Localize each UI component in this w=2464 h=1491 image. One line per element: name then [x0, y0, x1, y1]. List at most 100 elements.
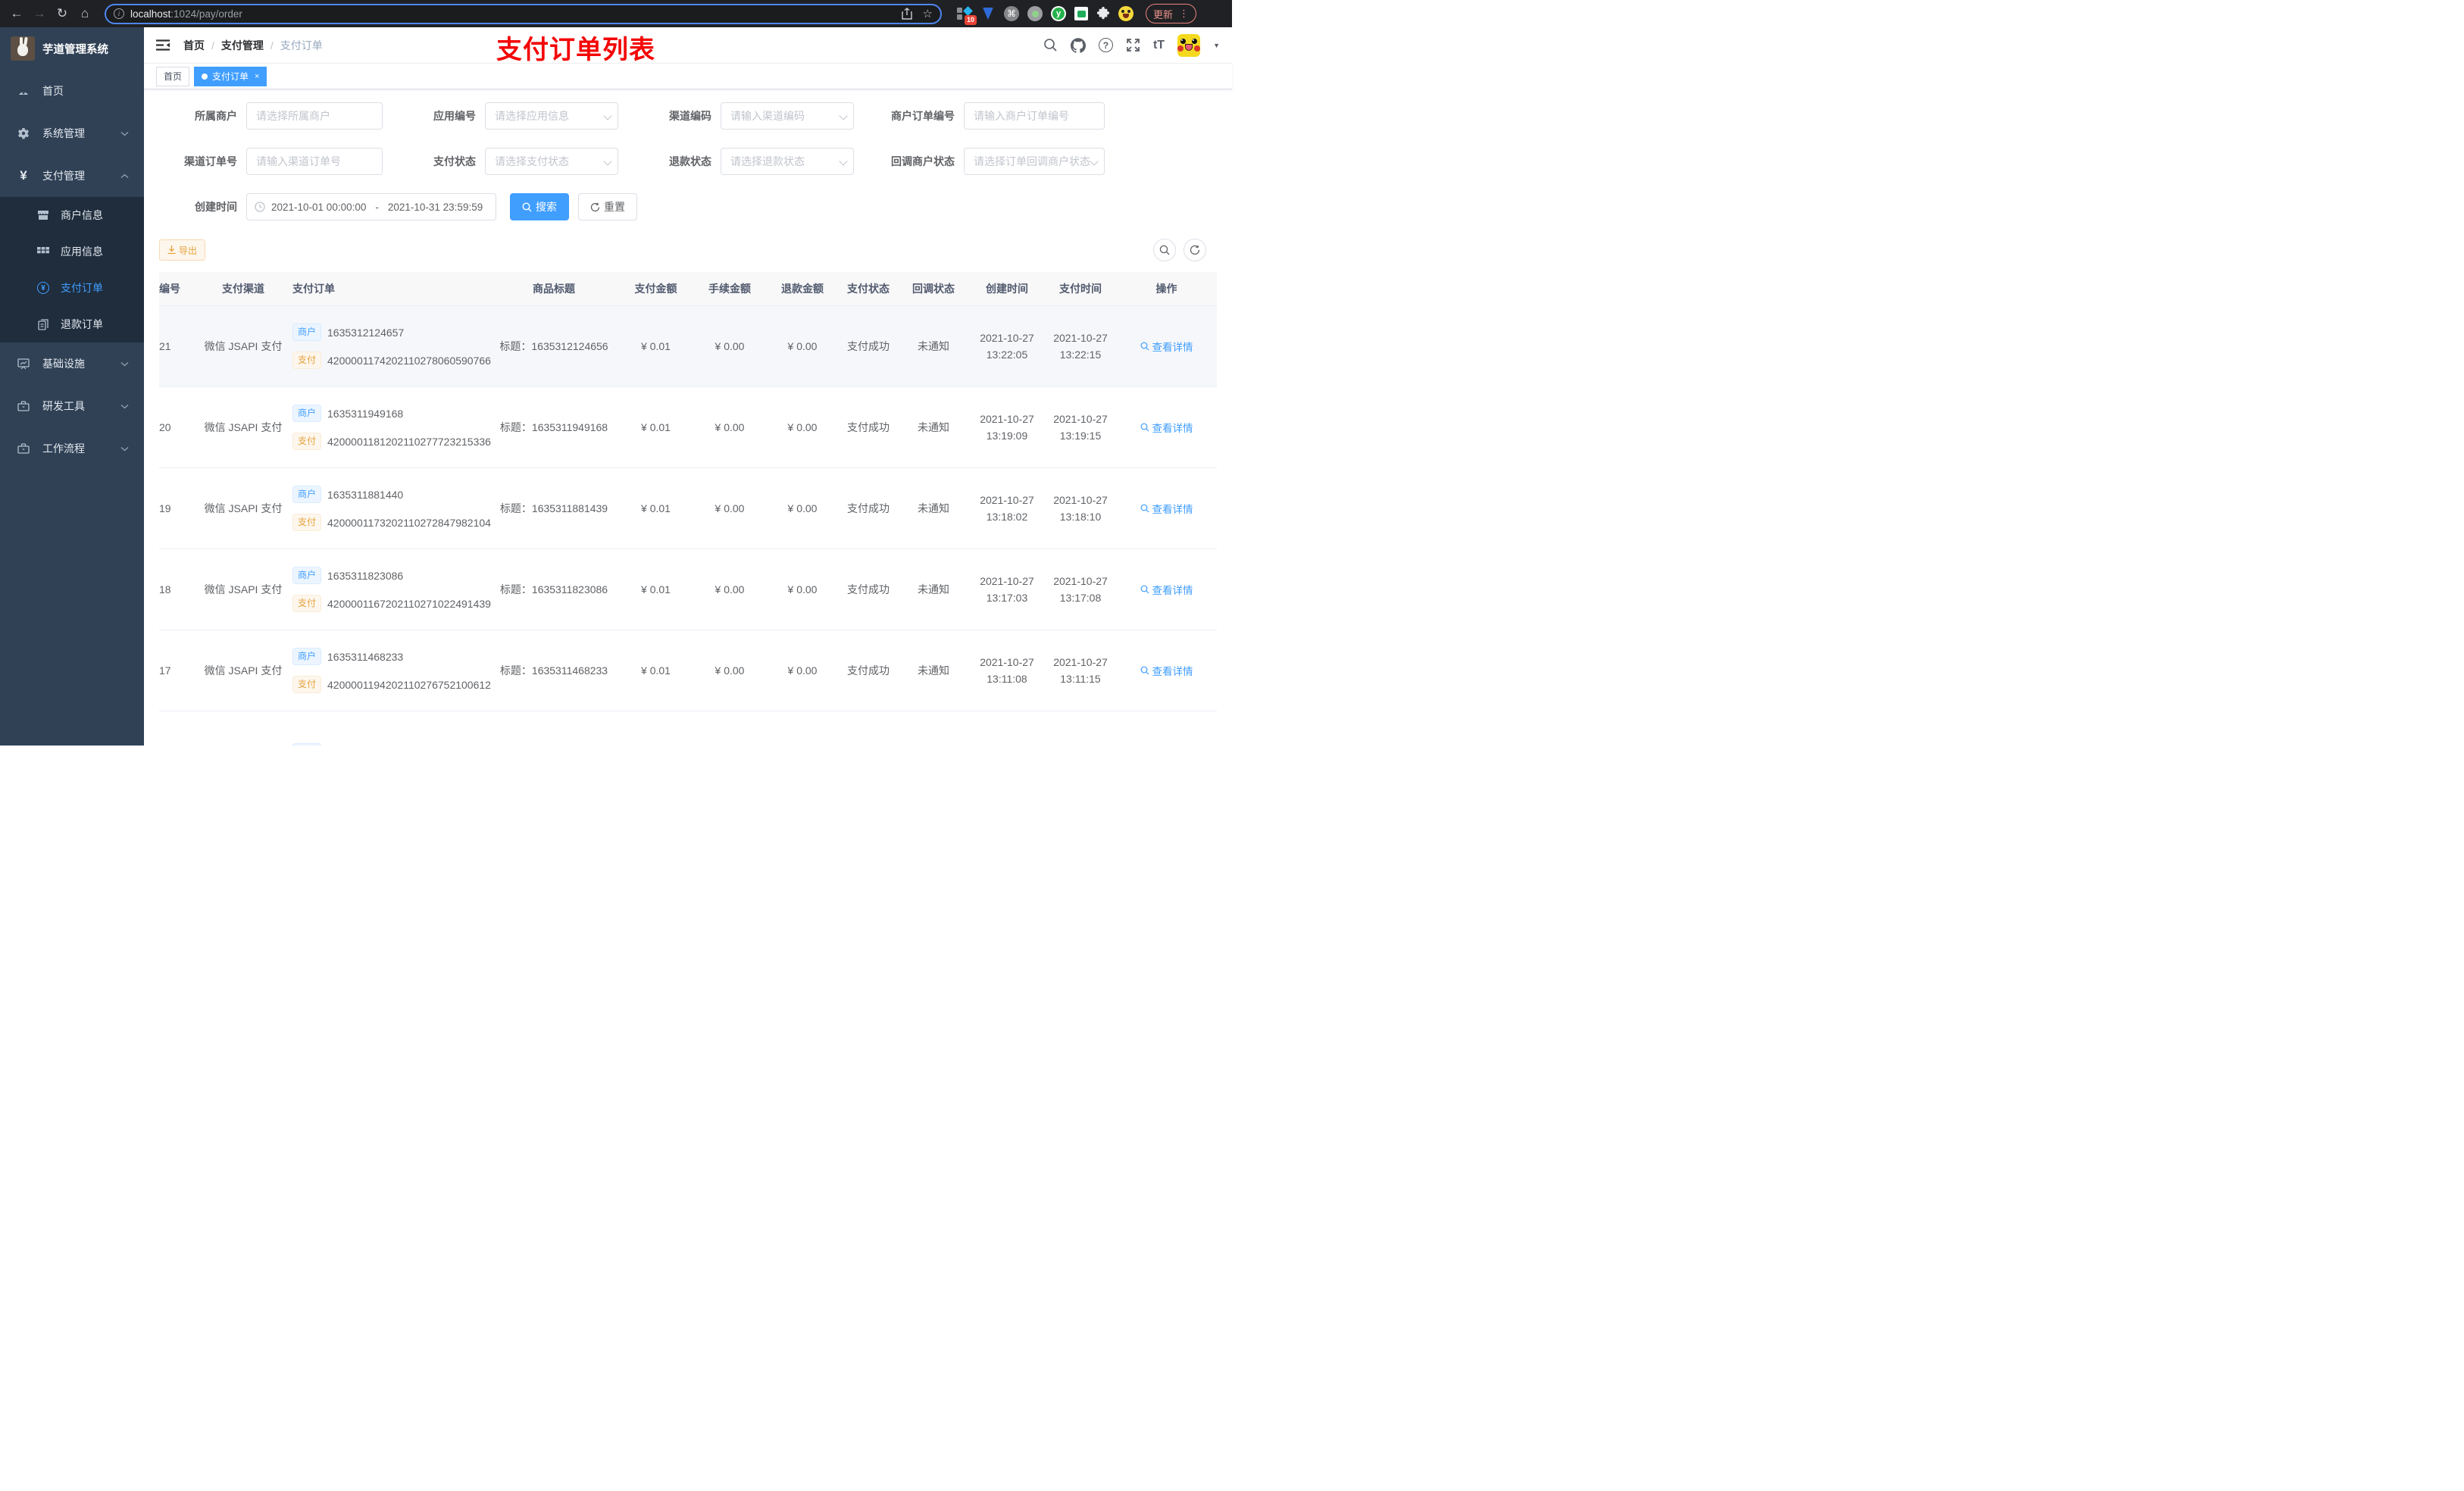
- active-dot: [202, 73, 208, 80]
- extension-command-icon[interactable]: ⌘: [1004, 6, 1019, 21]
- merchant-tag: 商户: [292, 324, 322, 341]
- app-select[interactable]: [485, 102, 618, 130]
- extension-chat-icon[interactable]: [1074, 7, 1088, 20]
- font-size-icon[interactable]: tT: [1153, 39, 1165, 52]
- show-search-button[interactable]: [1153, 239, 1176, 261]
- collapse-sidebar-icon[interactable]: [156, 39, 170, 51]
- github-icon[interactable]: [1070, 37, 1086, 53]
- chrome-menu-icon[interactable]: ⋮: [1179, 8, 1189, 20]
- refund-status-select[interactable]: [721, 148, 854, 175]
- extension-y-icon[interactable]: y: [1051, 6, 1066, 21]
- share-icon[interactable]: [901, 8, 912, 20]
- reload-icon[interactable]: ↻: [53, 5, 71, 23]
- search-button[interactable]: 搜索: [510, 193, 569, 220]
- pay-tag: 支付: [292, 595, 322, 612]
- avatar-caret-icon[interactable]: ▼: [1213, 42, 1220, 49]
- view-detail-link[interactable]: 查看详情: [1140, 420, 1193, 435]
- sidebar-item-devtools[interactable]: 研发工具: [0, 385, 144, 427]
- filter-merchant: 所属商户: [159, 102, 383, 130]
- download-icon: [167, 245, 176, 255]
- chrome-update-button[interactable]: 更新 ⋮: [1146, 4, 1197, 23]
- bookmark-star-icon[interactable]: ☆: [923, 7, 933, 20]
- orders-table: 编号 支付渠道 支付订单 商品标题 支付金额 手续金额 退款金额 支付状态 回调…: [159, 272, 1217, 746]
- sidebar: 芋道管理系统 首页 系统管理 ¥ 支付管理 商户信息 应用信息 ¥ 支付订单 退…: [0, 27, 144, 746]
- extension-diamond-icon[interactable]: 10: [957, 6, 977, 25]
- notify-status-select[interactable]: [964, 148, 1105, 175]
- refresh-button[interactable]: [1184, 239, 1206, 261]
- extensions-puzzle-icon[interactable]: [1096, 7, 1110, 20]
- pay-status-select[interactable]: [485, 148, 618, 175]
- merchant-tag: 商户: [292, 567, 322, 584]
- annotation-title: 支付订单列表: [496, 36, 655, 64]
- fullscreen-icon[interactable]: [1126, 38, 1140, 52]
- close-icon[interactable]: ×: [255, 72, 259, 81]
- table-row: 17 微信 JSAPI 支付 商户 1635311468233 支付 4200001…: [159, 630, 1217, 711]
- home-icon[interactable]: ⌂: [76, 5, 94, 23]
- magnifier-icon: [1140, 504, 1149, 513]
- merchant-select[interactable]: [246, 102, 383, 130]
- app-logo[interactable]: 芋道管理系统: [0, 27, 144, 70]
- app-title: 芋道管理系统: [42, 43, 108, 56]
- sidebar-item-refund-order[interactable]: 退款订单: [0, 306, 144, 342]
- top-navbar: 首页 / 支付管理 / 支付订单 支付订单列表 ? tT ▼: [144, 27, 1232, 64]
- user-avatar[interactable]: [1177, 33, 1201, 57]
- extension-record-icon[interactable]: [1027, 6, 1043, 21]
- sidebar-item-home[interactable]: 首页: [0, 70, 144, 112]
- merchant-order-no-input[interactable]: [964, 102, 1105, 130]
- browser-chrome: ← → ↻ ⌂ i localhost:1024/pay/order ☆ 10 …: [0, 0, 1232, 27]
- export-button[interactable]: 导出: [159, 239, 206, 261]
- filter-merchant-order-no: 商户订单编号: [884, 102, 1105, 130]
- site-info-icon[interactable]: i: [114, 8, 124, 19]
- search-icon: [1159, 245, 1170, 255]
- toolbox-icon: [17, 443, 30, 454]
- table-row: 商户1635311251736: [159, 711, 1217, 746]
- view-detail-link[interactable]: 查看详情: [1140, 501, 1193, 516]
- sidebar-item-pay-order[interactable]: ¥ 支付订单: [0, 270, 144, 306]
- channel-order-no-input[interactable]: [246, 148, 383, 175]
- sidebar-item-system[interactable]: 系统管理: [0, 112, 144, 155]
- dashboard-icon: [17, 85, 30, 97]
- page-content: 所属商户 应用编号 渠道编码 商户订单编号: [144, 89, 1232, 746]
- table-row: 18 微信 JSAPI 支付 商户 1635311823086 支付 4200001…: [159, 549, 1217, 630]
- toolbox-icon: [17, 401, 30, 411]
- view-detail-link[interactable]: 查看详情: [1140, 339, 1193, 354]
- sidebar-item-merchant-info[interactable]: 商户信息: [0, 197, 144, 233]
- tab-home[interactable]: 首页: [156, 66, 190, 86]
- refresh-icon: [590, 202, 600, 211]
- filter-refund-status: 退款状态: [649, 148, 854, 175]
- back-icon[interactable]: ←: [8, 5, 26, 23]
- merchant-tag: 商户: [292, 405, 322, 422]
- filter-create-time: 创建时间 2021-10-01 00:00:00 - 2021-10-31 23…: [159, 193, 496, 220]
- address-bar[interactable]: i localhost:1024/pay/order ☆: [105, 3, 942, 24]
- view-detail-link[interactable]: 查看详情: [1140, 663, 1193, 678]
- clock-icon: [255, 202, 265, 212]
- date-range-picker[interactable]: 2021-10-01 00:00:00 - 2021-10-31 23:59:5…: [246, 193, 496, 220]
- breadcrumb-pay[interactable]: 支付管理: [221, 38, 264, 53]
- reset-button[interactable]: 重置: [578, 193, 637, 220]
- filter-app: 应用编号: [413, 102, 618, 130]
- breadcrumb-current: 支付订单: [280, 39, 323, 52]
- chevron-up-icon: [120, 173, 129, 179]
- refresh-icon: [1190, 245, 1200, 255]
- tab-pay-order[interactable]: 支付订单 ×: [194, 66, 267, 86]
- table-header: 编号 支付渠道 支付订单 商品标题 支付金额 手续金额 退款金额 支付状态 回调…: [159, 272, 1217, 306]
- gear-icon: [17, 127, 30, 139]
- sidebar-item-workflow[interactable]: 工作流程: [0, 427, 144, 470]
- breadcrumb-home[interactable]: 首页: [183, 38, 205, 53]
- logo-rabbit-image: [11, 36, 35, 61]
- grid-icon: [36, 246, 50, 257]
- sidebar-item-pay[interactable]: ¥ 支付管理: [0, 155, 144, 197]
- forward-icon[interactable]: →: [30, 5, 48, 23]
- sidebar-item-infra[interactable]: 基础设施: [0, 342, 144, 385]
- help-icon[interactable]: ?: [1098, 38, 1113, 52]
- profile-avatar-icon[interactable]: [1118, 6, 1134, 21]
- extension-kite-icon[interactable]: [980, 6, 996, 21]
- view-detail-link[interactable]: 查看详情: [1140, 582, 1193, 597]
- chevron-down-icon: [120, 361, 129, 367]
- pay-tag: 支付: [292, 676, 322, 693]
- search-icon[interactable]: [1043, 38, 1058, 52]
- channel-code-select[interactable]: [721, 102, 854, 130]
- magnifier-icon: [1140, 342, 1149, 351]
- sidebar-item-app-info[interactable]: 应用信息: [0, 233, 144, 270]
- url-text: localhost:1024/pay/order: [130, 8, 242, 20]
